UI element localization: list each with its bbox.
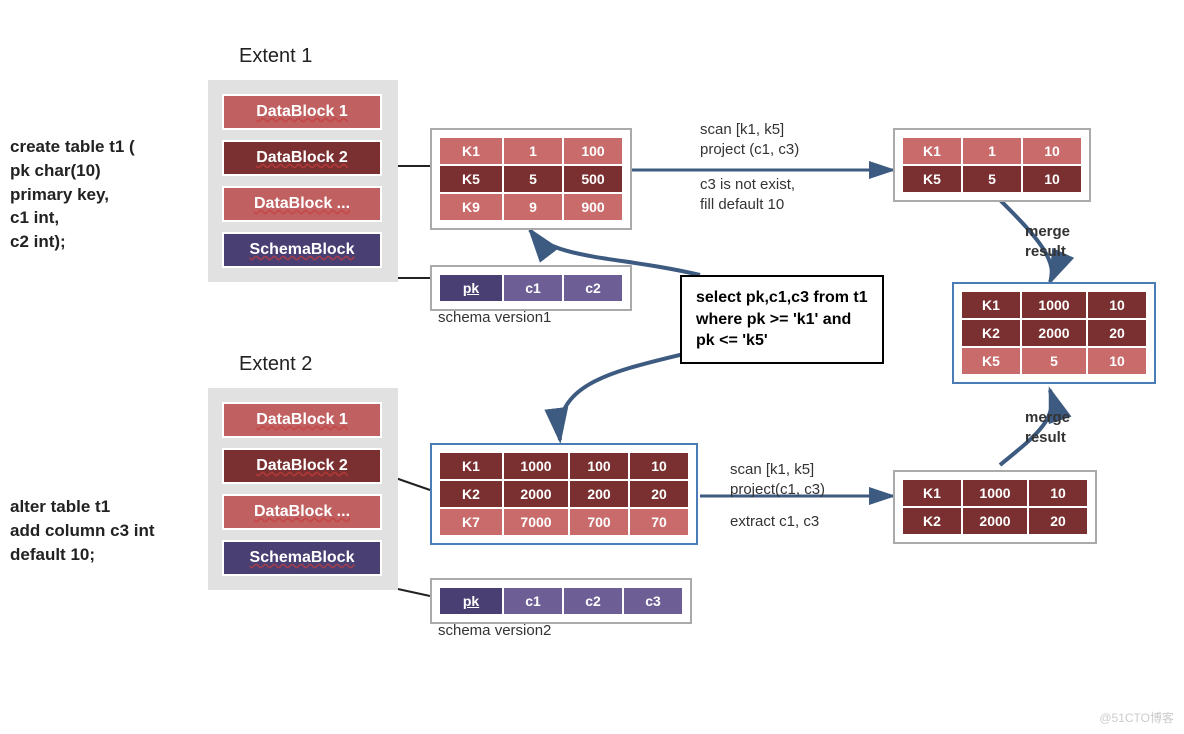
sql-create: create table t1 ( pk char(10) primary ke… [10,135,135,254]
cell: 100 [563,137,623,165]
cell: c1 [503,587,563,615]
cell: K5 [961,347,1021,375]
cell: 10 [1022,137,1082,165]
cell: 900 [563,193,623,221]
cell: c1 [503,274,563,302]
schema1-table: pk c1 c2 [430,265,632,311]
cell: 2000 [1021,319,1087,347]
cell: 700 [569,508,629,536]
datablock2-table-ext2: K1100010010 K2200020020 K7700070070 [430,443,698,545]
cell: 10 [1022,165,1082,193]
cell: 10 [1087,291,1147,319]
cell: 20 [1087,319,1147,347]
extent1-schemablock: SchemaBlock [222,232,382,268]
cell: K1 [439,137,503,165]
schema2-table: pk c1 c2 c3 [430,578,692,624]
proj1-table: K1110 K5510 [893,128,1091,202]
cell: 9 [503,193,563,221]
proj2-table: K1100010 K2200020 [893,470,1097,544]
extract-label: extract c1, c3 [730,512,819,532]
cell: 500 [563,165,623,193]
cell: 10 [1087,347,1147,375]
cell: c3 [623,587,683,615]
cell: K5 [439,165,503,193]
cell: 10 [1028,479,1088,507]
cell: 5 [503,165,563,193]
cell: 1 [503,137,563,165]
schema2-caption: schema version2 [438,622,551,639]
cell: 5 [1021,347,1087,375]
cell: 7000 [503,508,569,536]
merge1-label: merge result [1025,222,1070,263]
extent1-box: DataBlock 1 DataBlock 2 DataBlock ... Sc… [208,80,398,282]
cell: K1 [439,452,503,480]
cell: 2000 [962,507,1028,535]
cell: K1 [902,479,962,507]
extent1-datablock3: DataBlock ... [222,186,382,222]
cell: K5 [902,165,962,193]
cell: c2 [563,587,623,615]
cell: K1 [902,137,962,165]
schema1-caption: schema version1 [438,309,551,326]
cell: 200 [569,480,629,508]
cell: K7 [439,508,503,536]
cell: 20 [629,480,689,508]
cell: K2 [439,480,503,508]
query-box: select pk,c1,c3 from t1 where pk >= 'k1'… [680,275,884,364]
cell: 1 [962,137,1022,165]
cell: 10 [629,452,689,480]
cell: 1000 [962,479,1028,507]
scan1-label: scan [k1, k5] project (c1, c3) [700,120,799,161]
extent1-datablock2: DataBlock 2 [222,140,382,176]
cell: 100 [569,452,629,480]
cell: K2 [961,319,1021,347]
cell: 2000 [503,480,569,508]
cell: pk [439,587,503,615]
cell: 70 [629,508,689,536]
cell: K1 [961,291,1021,319]
cell: K9 [439,193,503,221]
cell: K2 [902,507,962,535]
cell: 1000 [503,452,569,480]
sql-alter: alter table t1 add column c3 int default… [10,495,155,566]
result-table: K1100010 K2200020 K5510 [952,282,1156,384]
fill-default-label: c3 is not exist, fill default 10 [700,175,795,216]
cell: 1000 [1021,291,1087,319]
extent2-datablock2: DataBlock 2 [222,448,382,484]
query-text: select pk,c1,c3 from t1 where pk >= 'k1'… [696,289,868,349]
extent2-datablock3: DataBlock ... [222,494,382,530]
extent2-schemablock: SchemaBlock [222,540,382,576]
cell: pk [439,274,503,302]
extent2-box: DataBlock 1 DataBlock 2 DataBlock ... Sc… [208,388,398,590]
extent1-title: Extent 1 [239,45,312,68]
cell: 20 [1028,507,1088,535]
watermark: @51CTO博客 [1099,709,1174,726]
extent2-datablock1: DataBlock 1 [222,402,382,438]
merge2-label: merge result [1025,408,1070,449]
datablock2-table-ext1: K11100 K55500 K99900 [430,128,632,230]
extent1-datablock1: DataBlock 1 [222,94,382,130]
cell: 5 [962,165,1022,193]
cell: c2 [563,274,623,302]
scan2-label: scan [k1, k5] project(c1, c3) [730,460,825,501]
extent2-title: Extent 2 [239,353,312,376]
